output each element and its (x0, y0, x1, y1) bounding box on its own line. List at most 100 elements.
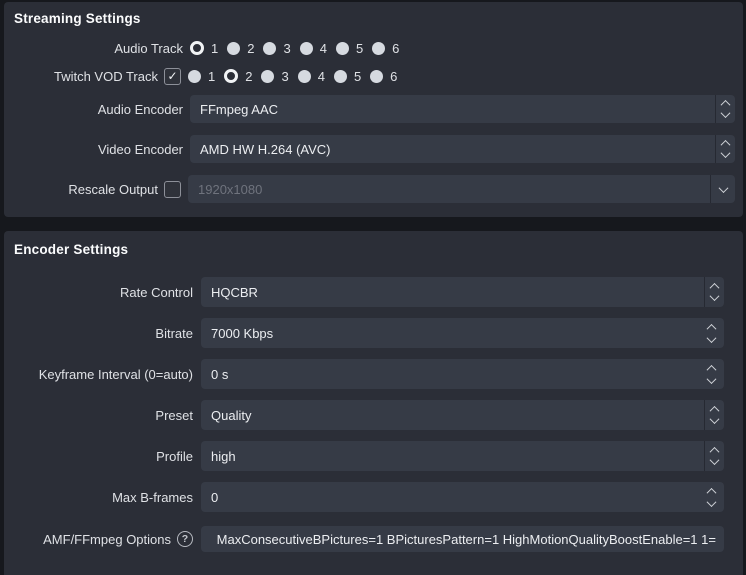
chevron-down-icon (709, 414, 720, 425)
radio-label: 4 (319, 40, 327, 56)
preset-value: Quality (211, 407, 252, 423)
combo-arrows[interactable] (715, 95, 735, 123)
radio-selected-icon[interactable] (224, 69, 239, 83)
radio-label: 1 (211, 40, 219, 56)
audio-track-option-4[interactable]: 4 (299, 40, 327, 56)
rate-control-row: Rate Control HQCBR (4, 277, 743, 307)
radio-icon[interactable] (370, 69, 384, 83)
radio-icon[interactable] (372, 41, 386, 55)
keyframe-interval-spinbox[interactable]: 0 s (201, 359, 724, 389)
audio-track-option-1[interactable]: 1 (190, 41, 218, 56)
max-b-frames-label: Max B-frames (112, 489, 193, 505)
audio-track-option-6[interactable]: 6 (372, 41, 399, 56)
amf-ffmpeg-options-label: AMF/FFmpeg Options ? (14, 531, 193, 547)
radio-icon[interactable] (299, 41, 313, 55)
chevron-down-icon (706, 496, 716, 507)
spin-up-button[interactable] (705, 322, 717, 334)
radio-icon[interactable] (335, 41, 349, 55)
combo-arrows[interactable] (704, 400, 724, 430)
profile-label: Profile (156, 448, 193, 464)
help-icon[interactable]: ? (177, 531, 193, 547)
max-b-frames-spinbox[interactable]: 0 (201, 482, 724, 512)
video-encoder-row: Video Encoder AMD HW H.264 (AVC) (4, 135, 743, 163)
profile-value: high (211, 448, 236, 464)
profile-combobox[interactable]: high (201, 441, 724, 471)
radio-label: 6 (392, 40, 400, 56)
bitrate-spinbox[interactable]: 7000 Kbps (201, 318, 724, 348)
spin-down-button[interactable] (705, 373, 717, 385)
rescale-output-value: 1920x1080 (198, 181, 263, 197)
rate-control-label: Rate Control (120, 284, 193, 300)
chevron-down-icon (720, 108, 731, 119)
twitch-vod-option-4[interactable]: 4 (297, 69, 325, 84)
rate-control-value: HQCBR (211, 284, 258, 300)
combo-arrows[interactable] (704, 441, 724, 471)
chevron-down-icon (720, 148, 731, 159)
combo-arrows[interactable] (715, 135, 735, 163)
preset-combobox[interactable]: Quality (201, 400, 724, 430)
streaming-settings-title: Streaming Settings (14, 11, 141, 26)
keyframe-interval-row: Keyframe Interval (0=auto) 0 s (4, 359, 743, 389)
bitrate-row: Bitrate 7000 Kbps (4, 318, 743, 348)
profile-row: Profile high (4, 441, 743, 471)
rescale-output-combobox: 1920x1080 (188, 175, 735, 203)
amf-ffmpeg-options-input[interactable] (201, 526, 724, 552)
radio-icon[interactable] (263, 41, 277, 55)
radio-icon[interactable] (261, 69, 275, 83)
encoder-settings-panel: Encoder Settings Rate Control HQCBR Bitr… (4, 231, 743, 575)
bitrate-value: 7000 Kbps (211, 325, 274, 341)
spin-down-button[interactable] (705, 496, 717, 508)
twitch-vod-option-3[interactable]: 3 (261, 68, 289, 84)
audio-encoder-row: Audio Encoder FFmpeg AAC (4, 95, 743, 123)
radio-label: 3 (283, 40, 291, 56)
audio-track-label: Audio Track (114, 40, 183, 56)
radio-icon[interactable] (297, 69, 311, 83)
twitch-vod-option-2[interactable]: 2 (224, 69, 252, 84)
radio-label: 1 (208, 68, 216, 84)
amf-ffmpeg-options-label-text: AMF/FFmpeg Options (43, 531, 171, 547)
rescale-output-checkbox[interactable] (164, 180, 181, 198)
twitch-vod-track-label: Twitch VOD Track (53, 68, 158, 84)
twitch-vod-track-row: Twitch VOD Track 1 2 3 4 5 (4, 66, 743, 86)
audio-track-row: Audio Track 1 2 3 4 5 6 (4, 38, 743, 58)
streaming-settings-panel: Streaming Settings Audio Track 1 2 3 4 5… (4, 2, 743, 217)
audio-encoder-label: Audio Encoder (97, 101, 183, 117)
rate-control-combobox[interactable]: HQCBR (201, 277, 724, 307)
combo-arrows[interactable] (704, 277, 724, 307)
radio-icon[interactable] (227, 41, 241, 55)
twitch-vod-track-checkbox[interactable] (164, 67, 181, 85)
chevron-down-icon (709, 291, 720, 302)
encoder-settings-title: Encoder Settings (14, 242, 129, 257)
keyframe-interval-value: 0 s (211, 366, 229, 382)
radio-icon[interactable] (333, 69, 347, 83)
video-encoder-value: AMD HW H.264 (AVC) (200, 141, 331, 157)
rescale-output-row: Rescale Output 1920x1080 (4, 175, 743, 203)
audio-track-option-5[interactable]: 5 (335, 40, 364, 56)
twitch-vod-option-5[interactable]: 5 (333, 68, 362, 84)
chevron-down-icon (718, 182, 728, 193)
chevron-down-icon (709, 455, 720, 466)
audio-encoder-combobox[interactable]: FFmpeg AAC (190, 95, 735, 123)
spin-up-button[interactable] (705, 486, 717, 498)
spin-down-button[interactable] (705, 332, 717, 344)
audio-encoder-value: FFmpeg AAC (200, 101, 279, 117)
audio-track-radio-group: 1 2 3 4 5 6 (190, 41, 408, 56)
max-b-frames-row: Max B-frames 0 (4, 482, 743, 512)
audio-track-option-3[interactable]: 3 (263, 40, 291, 56)
twitch-vod-option-6[interactable]: 6 (370, 69, 397, 84)
radio-label: 6 (390, 68, 398, 84)
radio-label: 2 (245, 68, 253, 84)
rescale-output-label: Rescale Output (68, 181, 158, 197)
radio-icon[interactable] (188, 69, 201, 83)
radio-label: 3 (281, 68, 289, 84)
spin-up-button[interactable] (705, 363, 717, 375)
audio-track-option-2[interactable]: 2 (227, 41, 254, 56)
radio-label: 5 (355, 40, 364, 56)
radio-selected-icon[interactable] (190, 41, 204, 55)
preset-row: Preset Quality (4, 400, 743, 430)
twitch-vod-option-1[interactable]: 1 (188, 69, 215, 84)
twitch-vod-radio-group: 1 2 3 4 5 6 (188, 69, 406, 84)
radio-label: 5 (353, 68, 362, 84)
chevron-down-icon (706, 332, 716, 343)
video-encoder-combobox[interactable]: AMD HW H.264 (AVC) (190, 135, 735, 163)
